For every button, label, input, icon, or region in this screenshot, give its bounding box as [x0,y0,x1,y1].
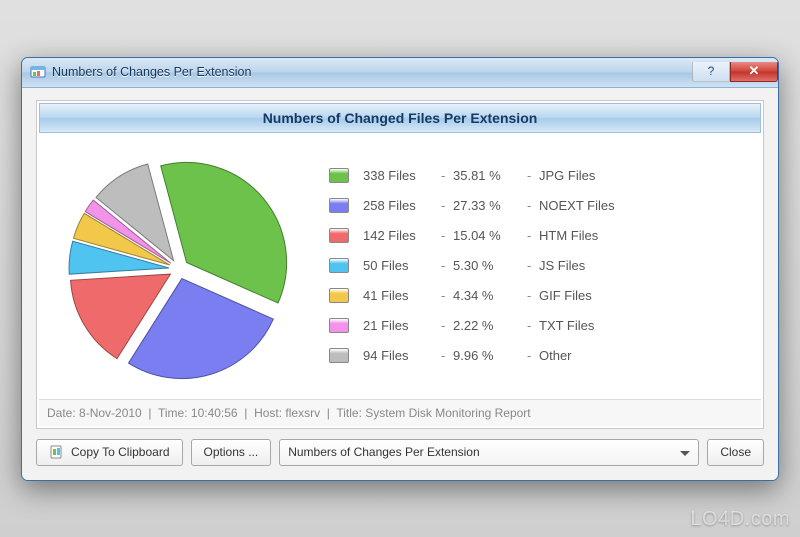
legend-label: JPG Files [539,168,595,183]
close-icon: ✕ [749,63,760,79]
legend-swatch [329,348,349,363]
watermark: LO4D.com [690,508,790,531]
legend-count: 21 Files [363,318,441,333]
window-title: Numbers of Changes Per Extension [52,65,251,79]
options-button[interactable]: Options ... [191,439,272,466]
legend-swatch [329,288,349,303]
clipboard-icon [49,445,65,459]
copy-to-clipboard-button[interactable]: Copy To Clipboard [36,439,183,466]
legend-label: NOEXT Files [539,198,615,213]
legend-swatch [329,168,349,183]
legend-count: 50 Files [363,258,441,273]
legend-percent: 2.22 % [453,318,527,333]
chart-type-select[interactable]: Numbers of Changes Per Extension [279,439,699,466]
legend-label: Other [539,348,572,363]
app-icon [30,64,46,80]
help-button[interactable]: ? [692,62,730,82]
pie-chart [59,149,299,389]
legend-count: 41 Files [363,288,441,303]
legend-row: 50 Files-5.30 %-JS Files [329,251,747,281]
select-value: Numbers of Changes Per Extension [288,445,479,459]
legend-row: 142 Files-15.04 %-HTM Files [329,221,747,251]
status-bar: Date: 8-Nov-2010 | Time: 10:40:56 | Host… [39,399,761,426]
legend-count: 258 Files [363,198,441,213]
close-button[interactable]: Close [707,439,764,466]
legend-swatch [329,198,349,213]
legend-label: HTM Files [539,228,598,243]
legend-percent: 9.96 % [453,348,527,363]
legend-swatch [329,258,349,273]
legend-swatch [329,318,349,333]
legend-row: 338 Files-35.81 %-JPG Files [329,161,747,191]
dialog-window: Numbers of Changes Per Extension ? ✕ Num… [21,57,779,481]
legend-percent: 4.34 % [453,288,527,303]
legend-percent: 27.33 % [453,198,527,213]
legend-label: GIF Files [539,288,592,303]
legend-percent: 15.04 % [453,228,527,243]
legend-count: 94 Files [363,348,441,363]
legend-row: 41 Files-4.34 %-GIF Files [329,281,747,311]
chart-panel: Numbers of Changed Files Per Extension 3… [36,100,764,429]
legend-row: 258 Files-27.33 %-NOEXT Files [329,191,747,221]
legend-count: 142 Files [363,228,441,243]
footer: Copy To Clipboard Options ... Numbers of… [36,439,764,466]
close-window-button[interactable]: ✕ [730,62,778,82]
legend: 338 Files-35.81 %-JPG Files258 Files-27.… [329,161,747,389]
help-icon: ? [708,64,715,78]
legend-label: TXT Files [539,318,594,333]
legend-row: 21 Files-2.22 %-TXT Files [329,311,747,341]
legend-count: 338 Files [363,168,441,183]
legend-percent: 5.30 % [453,258,527,273]
legend-row: 94 Files-9.96 %-Other [329,341,747,371]
titlebar[interactable]: Numbers of Changes Per Extension ? ✕ [22,58,778,88]
panel-title: Numbers of Changed Files Per Extension [39,103,761,133]
legend-label: JS Files [539,258,585,273]
legend-swatch [329,228,349,243]
legend-percent: 35.81 % [453,168,527,183]
